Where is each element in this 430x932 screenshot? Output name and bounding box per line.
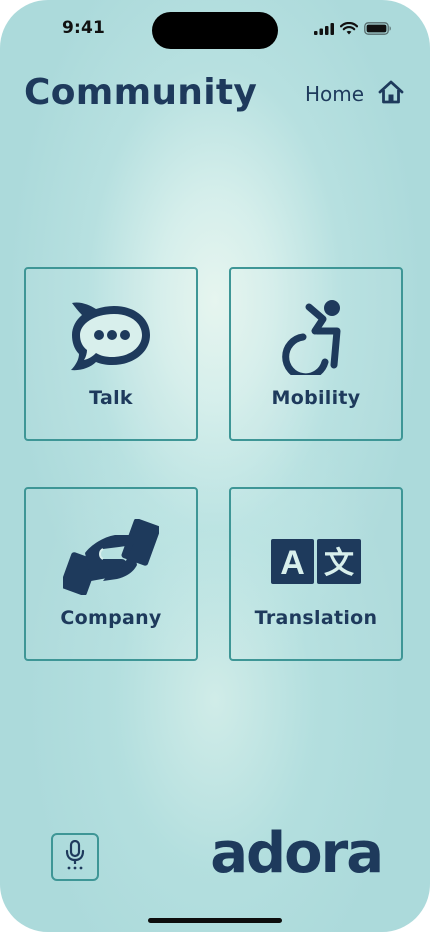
- status-icons: [314, 20, 392, 39]
- translate-icon: A 文: [231, 519, 401, 595]
- app-screen: 9:41 Community Home Talk Mobility Compan…: [0, 0, 430, 932]
- tile-mobility[interactable]: Mobility: [229, 267, 403, 441]
- tile-mobility-label: Mobility: [271, 387, 361, 409]
- battery-icon: [364, 20, 392, 39]
- microphone-icon: [64, 839, 86, 874]
- home-icon: [378, 80, 404, 108]
- status-bar: 9:41: [0, 0, 430, 58]
- brand-logo: adora: [210, 821, 384, 886]
- status-time: 9:41: [62, 18, 106, 38]
- handshake-icon: [26, 519, 196, 595]
- tile-talk[interactable]: Talk: [24, 267, 198, 441]
- speech-bubble-icon: [26, 299, 196, 375]
- translate-target-glyph: 文: [324, 546, 354, 581]
- tile-translation[interactable]: A 文 Translation: [229, 487, 403, 661]
- dynamic-island: [152, 12, 278, 49]
- cellular-signal-icon: [314, 20, 334, 39]
- home-label: Home: [304, 82, 364, 106]
- tile-translation-label: Translation: [254, 607, 378, 629]
- page-title: Community: [24, 72, 258, 113]
- wheelchair-icon: [231, 299, 401, 375]
- wifi-icon: [339, 20, 359, 39]
- tile-company-label: Company: [60, 607, 162, 629]
- tile-talk-label: Talk: [89, 387, 133, 409]
- tile-company[interactable]: Company: [24, 487, 198, 661]
- home-button[interactable]: Home: [305, 80, 404, 108]
- microphone-button[interactable]: [51, 833, 99, 881]
- home-indicator[interactable]: [148, 918, 282, 923]
- translate-source-glyph: A: [280, 544, 305, 582]
